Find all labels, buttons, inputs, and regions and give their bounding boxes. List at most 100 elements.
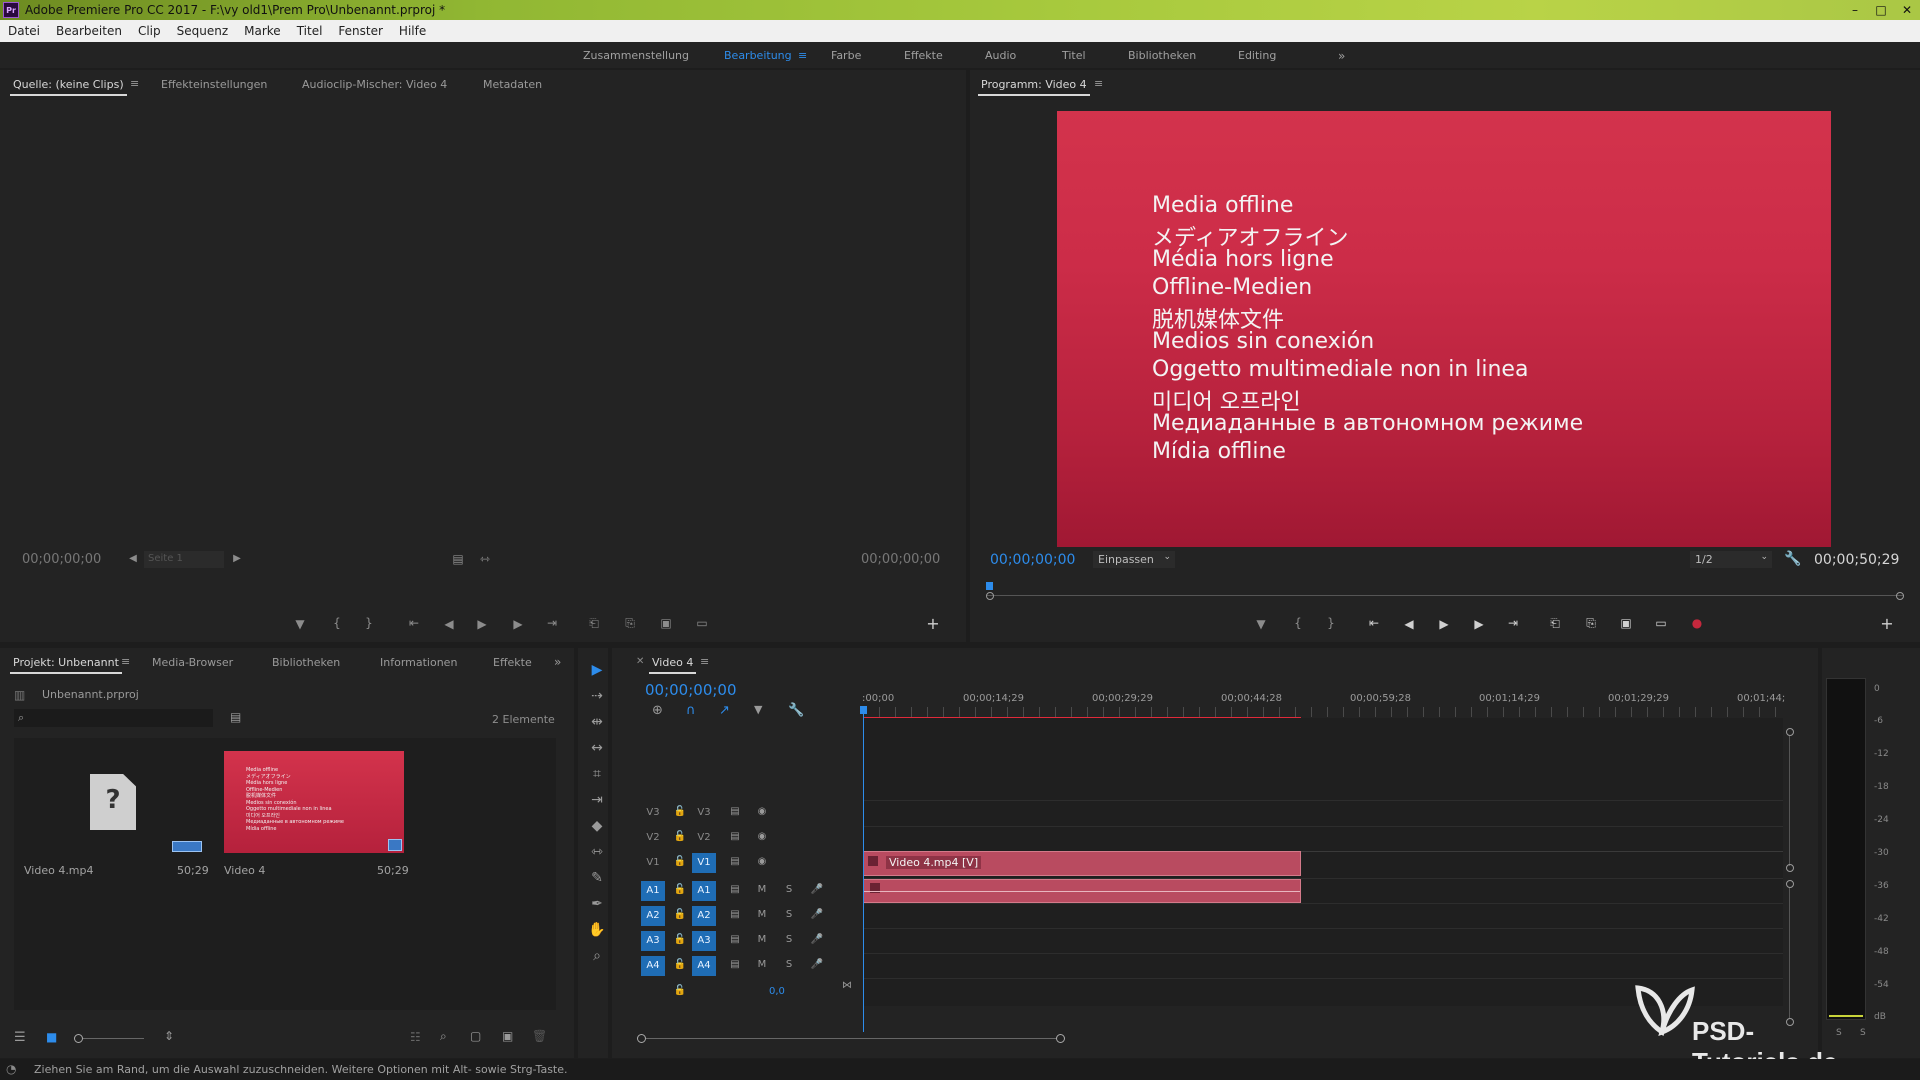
lock-icon[interactable]: 🔓 <box>673 985 687 996</box>
zoom-handle-left[interactable] <box>986 592 994 600</box>
track-target-a4[interactable]: A4 <box>692 956 716 976</box>
time-ruler[interactable] <box>863 707 1783 717</box>
insert-icon[interactable]: ⎗ <box>585 616 603 631</box>
track-source-v2[interactable]: V2 <box>641 828 665 848</box>
sort-icon[interactable]: ⇕ <box>164 1029 174 1043</box>
step-forward-icon[interactable]: ▶ <box>1470 617 1488 631</box>
zoom-select[interactable]: Einpassen ⌄ <box>1093 551 1175 568</box>
panel-menu-icon[interactable]: ≡ <box>1094 77 1103 90</box>
zoom-slider[interactable] <box>74 1034 144 1043</box>
audio-scroll-handle[interactable] <box>1786 880 1794 888</box>
program-time-ruler[interactable] <box>986 582 1904 600</box>
tab-media-browser[interactable]: Media-Browser <box>152 656 233 669</box>
nest-icon[interactable]: ⊕ <box>652 703 663 718</box>
sync-lock-icon[interactable]: ▤ <box>728 959 742 970</box>
menu-hilfe[interactable]: Hilfe <box>391 24 434 38</box>
snap-icon[interactable]: ∩ <box>686 703 696 718</box>
new-bin-icon[interactable]: ▢ <box>470 1029 481 1043</box>
automate-to-sequence-icon[interactable]: ☷ <box>410 1030 421 1044</box>
timeline-playhead-handle[interactable] <box>860 706 867 714</box>
trash-icon[interactable]: 🗑 <box>532 1029 547 1043</box>
panel-menu-icon[interactable]: ≡ <box>121 655 130 668</box>
resolution-select[interactable]: 1/2 ⌄ <box>1690 551 1772 568</box>
tab-libraries[interactable]: Bibliotheken <box>272 656 340 669</box>
export-frame-icon[interactable]: ▣ <box>1617 616 1635 630</box>
zoom-tool-icon[interactable]: ⌕ <box>586 948 608 964</box>
track-target-a3[interactable]: A3 <box>692 931 716 951</box>
pen-path-tool-icon[interactable]: ✒ <box>586 896 608 912</box>
minimize-icon[interactable]: – <box>1842 3 1868 17</box>
close-tab-icon[interactable]: ✕ <box>636 656 644 667</box>
workspace-effekte[interactable]: Effekte <box>904 49 943 62</box>
mute-button[interactable]: M <box>755 959 769 970</box>
mark-in-icon[interactable]: { <box>328 616 346 630</box>
go-to-in-icon[interactable]: ⇤ <box>1365 616 1383 630</box>
tab-sequence[interactable]: Video 4 <box>648 656 697 674</box>
project-item-name[interactable]: Video 4.mp4 <box>24 864 94 877</box>
selection-tool-icon[interactable]: ▶ <box>586 662 608 678</box>
solo-button[interactable]: S <box>782 934 796 945</box>
track-source-v1[interactable]: V1 <box>641 853 665 873</box>
program-timecode[interactable]: 00;00;00;00 <box>990 552 1075 568</box>
tab-source[interactable]: Quelle: (keine Clips) <box>10 78 127 96</box>
lock-icon[interactable]: 🔓 <box>673 831 687 842</box>
pen-tool-icon[interactable]: ✎ <box>586 870 608 886</box>
more-workspaces-icon[interactable]: » <box>1338 49 1345 63</box>
workspace-titel[interactable]: Titel <box>1062 49 1086 62</box>
track-target-v1[interactable]: V1 <box>692 853 716 873</box>
zoom-handle-left[interactable] <box>637 1034 646 1043</box>
workspace-audio[interactable]: Audio <box>985 49 1016 62</box>
workspace-bearbeitung[interactable]: Bearbeitung <box>724 49 792 62</box>
track-target-a2[interactable]: A2 <box>692 906 716 926</box>
menu-fenster[interactable]: Fenster <box>330 24 391 38</box>
lift-icon[interactable]: ⎗ <box>1546 616 1564 631</box>
eye-icon[interactable]: ◉ <box>755 831 769 842</box>
search-input[interactable]: ⌕ <box>14 709 213 727</box>
step-back-icon[interactable]: ◀ <box>440 617 458 631</box>
panel-menu-icon[interactable]: ≡ <box>130 77 139 90</box>
mute-button[interactable]: M <box>755 884 769 895</box>
tab-effects[interactable]: Effekte <box>493 656 532 669</box>
timeline-zoom-bar[interactable] <box>640 1038 1062 1039</box>
play-icon[interactable]: ▶ <box>1435 617 1453 631</box>
mark-out-icon[interactable]: } <box>1322 616 1340 630</box>
project-item-name[interactable]: Video 4 <box>224 864 265 877</box>
lock-icon[interactable]: 🔓 <box>673 806 687 817</box>
project-item-thumbnail[interactable]: ? <box>24 751 204 853</box>
add-marker-icon[interactable]: ▼ <box>754 703 762 716</box>
sync-lock-icon[interactable]: ▤ <box>728 884 742 895</box>
program-video-frame[interactable]: Media offline メディアオフライン Média hors ligne… <box>1057 111 1831 547</box>
zoom-handle-right[interactable] <box>1896 592 1904 600</box>
tab-program[interactable]: Programm: Video 4 <box>978 78 1090 96</box>
microphone-icon[interactable]: 🎤 <box>810 909 824 920</box>
microphone-icon[interactable]: 🎤 <box>810 959 824 970</box>
add-button-icon[interactable]: + <box>924 614 942 633</box>
tab-audio-clip-mixer[interactable]: Audioclip-Mischer: Video 4 <box>302 78 447 91</box>
timeline-playhead[interactable] <box>863 707 864 1032</box>
lock-icon[interactable]: 🔓 <box>673 856 687 867</box>
track-select-tool-icon[interactable]: ⇢ <box>586 688 608 704</box>
workspace-zusammenstellung[interactable]: Zusammenstellung <box>583 49 689 62</box>
settings-icon[interactable]: ▤ <box>449 552 467 566</box>
linked-selection-icon[interactable]: ↗ <box>719 703 730 718</box>
menu-titel[interactable]: Titel <box>289 24 331 38</box>
icon-view-icon[interactable]: ■ <box>46 1030 57 1044</box>
tab-project[interactable]: Projekt: Unbenannt <box>10 656 122 674</box>
playhead-marker[interactable] <box>986 582 993 590</box>
project-item-thumbnail[interactable]: Media offline メディアオフライン Média hors ligne Of… <box>224 751 404 853</box>
hand-tool-icon[interactable]: ✋ <box>586 922 608 938</box>
go-to-out-icon[interactable]: ⇥ <box>1504 616 1522 630</box>
workspace-menu-icon[interactable]: ≡ <box>798 49 807 62</box>
step-back-icon[interactable]: ◀ <box>1400 617 1418 631</box>
razor-tool-icon[interactable]: ⇥ <box>586 792 608 808</box>
add-button-icon[interactable]: + <box>1878 614 1896 633</box>
tab-info[interactable]: Informationen <box>380 656 457 669</box>
mute-button[interactable]: M <box>755 934 769 945</box>
menu-clip[interactable]: Clip <box>130 24 169 38</box>
master-volume-value[interactable]: 0,0 <box>769 986 785 997</box>
next-page-icon[interactable]: ▶ <box>228 553 246 564</box>
solo-button[interactable]: S <box>782 909 796 920</box>
panel-menu-icon[interactable]: ≡ <box>700 655 709 668</box>
new-bin-from-search-icon[interactable]: ▤ <box>230 710 241 724</box>
step-forward-icon[interactable]: ▶ <box>509 617 527 631</box>
